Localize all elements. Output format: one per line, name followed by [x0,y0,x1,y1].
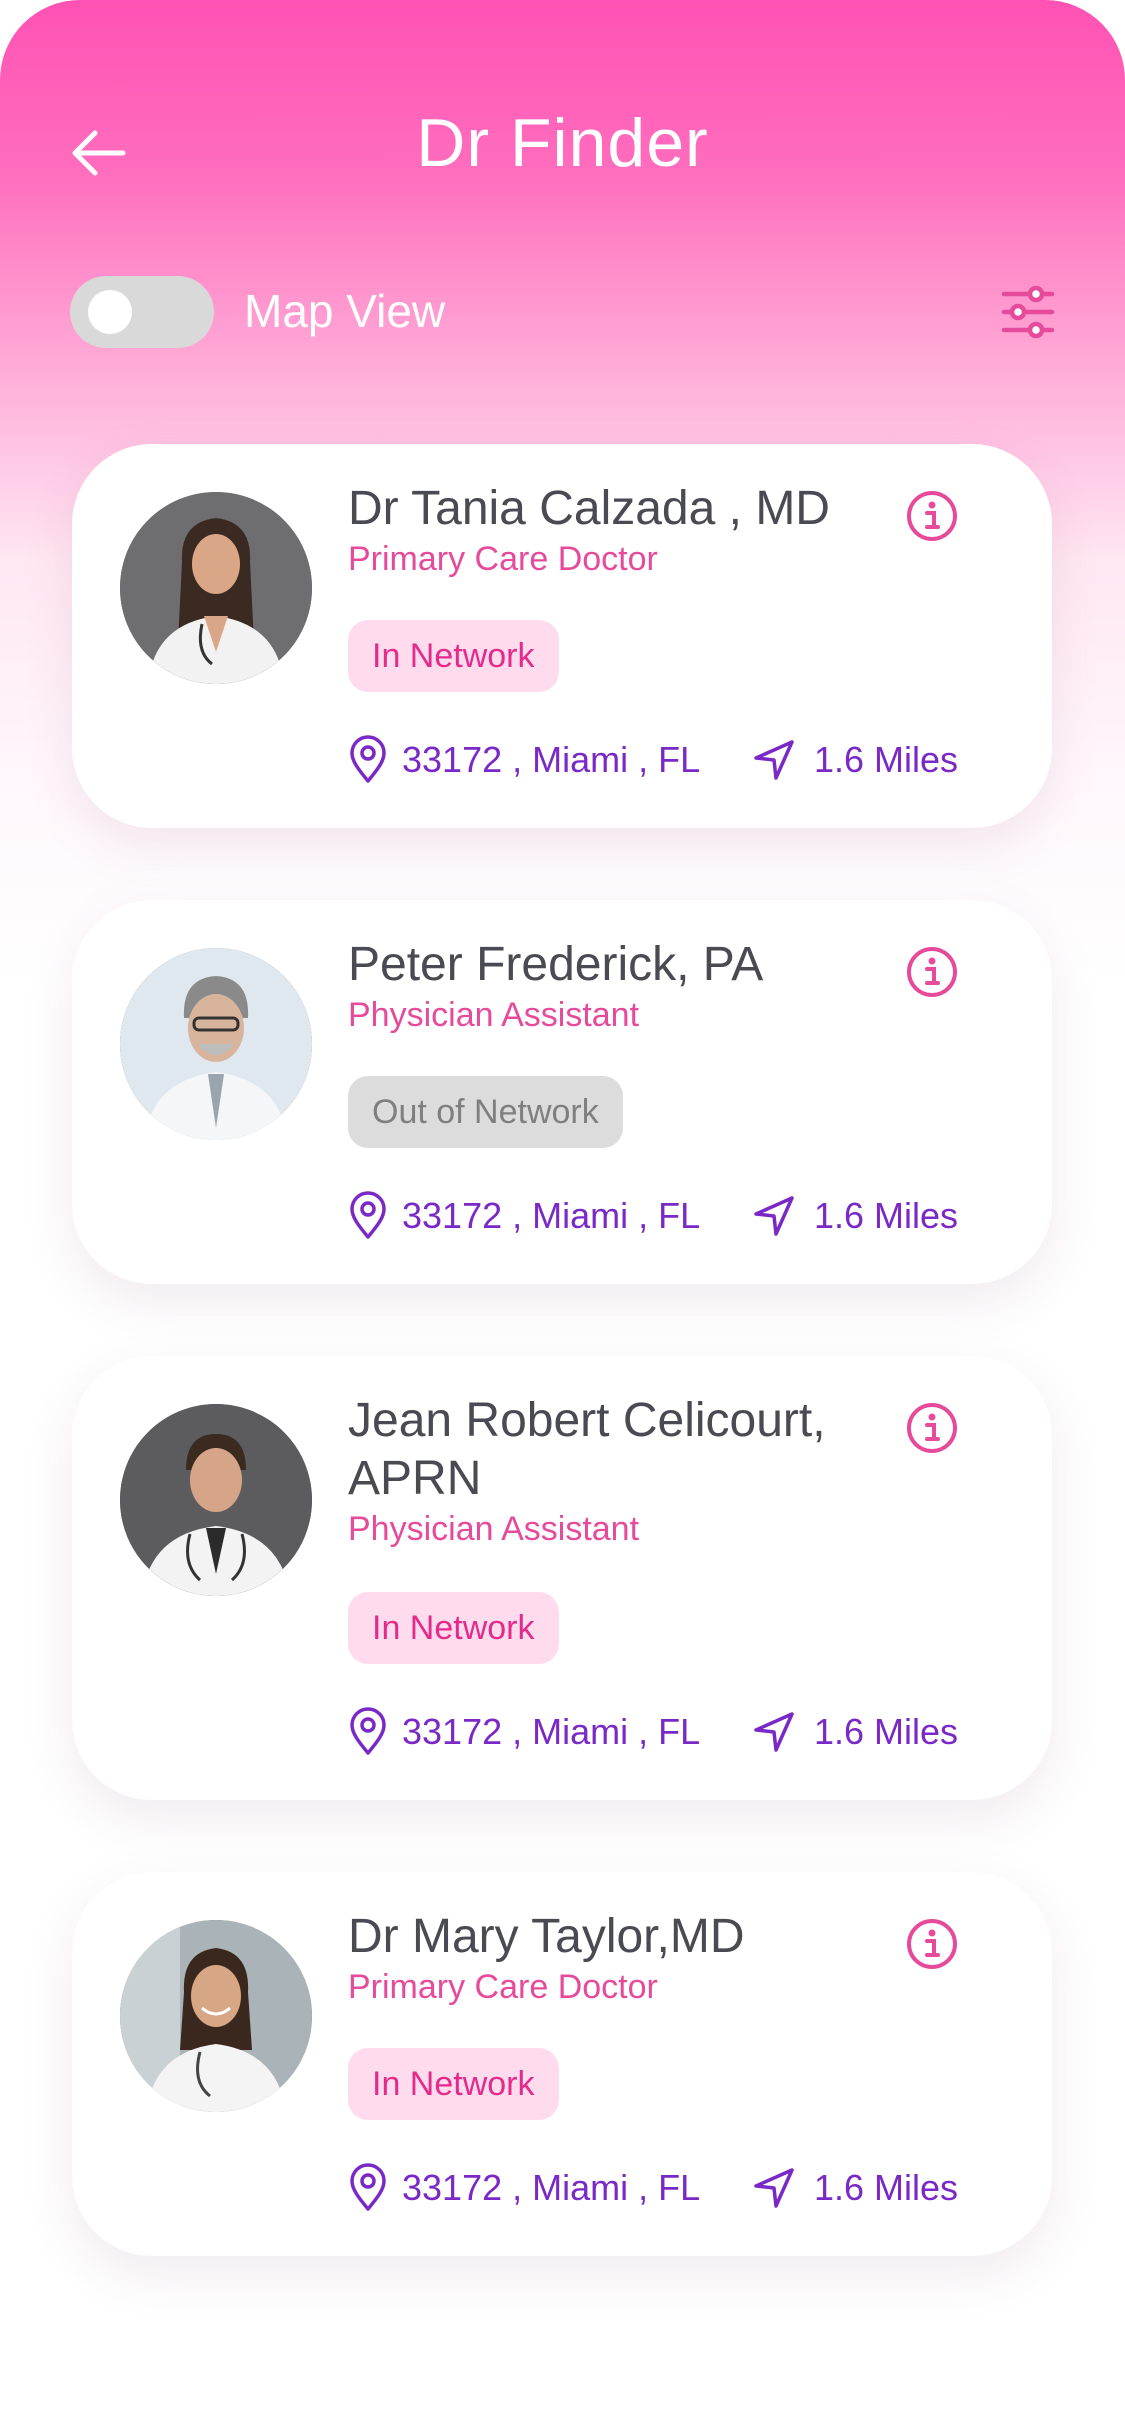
doctor-avatar [120,492,312,684]
network-badge: In Network [348,2048,559,2120]
doctor-location: 33172 , Miami , FL [402,1195,701,1236]
doctor-specialty: Physician Assistant [348,996,640,1034]
doctor-location: 33172 , Miami , FL [402,739,701,780]
network-badge: In Network [348,1592,559,1664]
navigation-arrow-icon [754,740,794,780]
doctor-avatar [120,1920,312,2112]
navigation-arrow-icon [754,1196,794,1236]
doctor-card[interactable]: Dr Tania Calzada , MD Primary Care Docto… [72,444,1052,828]
info-icon [907,1919,957,1969]
map-pin-icon [350,1191,386,1239]
network-badge: In Network [348,620,559,692]
toggle-knob [88,290,132,334]
network-badge: Out of Network [348,1076,623,1148]
navigation-arrow-icon [754,2168,794,2208]
app-screen: Dr Finder Map View Dr Tania Calzada , MD… [0,0,1125,2436]
doctor-distance: 1.6 Miles [814,2167,959,2208]
doctor-card[interactable]: Dr Mary Taylor,MD Primary Care Doctor In… [72,1872,1052,2256]
info-icon [907,947,957,997]
doctor-distance: 1.6 Miles [814,1711,959,1752]
doctor-name: Jean Robert Celicourt, APRN [348,1394,826,1505]
filter-button[interactable] [998,282,1058,342]
sliders-icon [1001,285,1055,339]
distance-row: 1.6 Miles [752,1186,958,1246]
distance-row: 1.6 Miles [752,2158,958,2218]
map-pin-icon [350,735,386,783]
map-view-label: Map View [244,285,446,337]
doctor-location: 33172 , Miami , FL [402,1711,701,1752]
info-button[interactable] [904,1400,960,1456]
info-button[interactable] [904,1916,960,1972]
doctor-location: 33172 , Miami , FL [402,2167,701,2208]
doctor-name: Dr Tania Calzada , MD [348,482,830,535]
doctor-distance: 1.6 Miles [814,1195,959,1236]
doctor-card[interactable]: Jean Robert Celicourt, APRN Physician As… [72,1356,1052,1800]
location-row: 33172 , Miami , FL [348,1702,700,1762]
navigation-arrow-icon [754,1712,794,1752]
location-row: 33172 , Miami , FL [348,1186,700,1246]
location-row: 33172 , Miami , FL [348,730,700,790]
info-button[interactable] [904,944,960,1000]
info-icon [907,491,957,541]
map-pin-icon [350,1707,386,1755]
map-pin-icon [350,2163,386,2211]
doctor-specialty: Primary Care Doctor [348,1968,658,2006]
header: Dr Finder Map View [0,0,1125,348]
doctor-avatar [120,948,312,1140]
doctor-specialty: Physician Assistant [348,1510,640,1548]
map-view-toggle[interactable] [70,276,214,348]
page-title: Dr Finder [416,105,709,181]
info-icon [907,1403,957,1453]
doctor-name: Peter Frederick, PA [348,938,764,991]
doctor-avatar [120,1404,312,1596]
doctor-distance: 1.6 Miles [814,739,959,780]
distance-row: 1.6 Miles [752,730,958,790]
info-button[interactable] [904,488,960,544]
doctor-card[interactable]: Peter Frederick, PA Physician Assistant … [72,900,1052,1284]
doctor-name: Dr Mary Taylor,MD [348,1910,745,1963]
doctor-specialty: Primary Care Doctor [348,540,658,578]
location-row: 33172 , Miami , FL [348,2158,700,2218]
distance-row: 1.6 Miles [752,1702,958,1762]
